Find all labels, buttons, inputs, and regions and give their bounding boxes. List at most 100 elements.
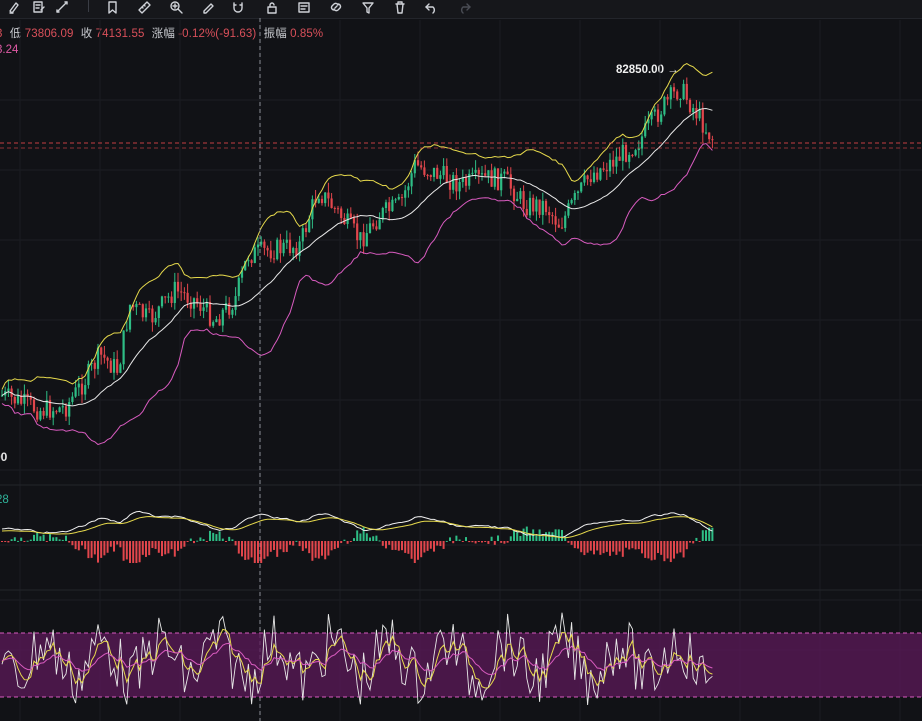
macd-histogram-bar <box>404 541 407 553</box>
macd-histogram-bar <box>557 529 560 541</box>
macd-histogram-bar <box>61 539 64 541</box>
macd-histogram-bar <box>605 541 608 552</box>
candle-body <box>388 202 391 212</box>
candle-body <box>436 167 439 179</box>
candle-body <box>71 396 74 403</box>
candle-body <box>544 200 548 213</box>
macd-histogram-bar <box>55 537 58 541</box>
candle-body <box>660 114 663 122</box>
macd-histogram-bar <box>340 541 343 544</box>
macd-histogram-bar <box>436 541 439 546</box>
candle-body <box>212 322 215 326</box>
candle-body <box>0 395 4 397</box>
candle-body <box>608 159 612 172</box>
candle-body <box>704 132 708 134</box>
macd-histogram-bar <box>183 541 186 547</box>
macd-histogram-bar <box>442 541 445 549</box>
macd-histogram-bar <box>4 541 7 542</box>
candle-body <box>84 385 87 395</box>
macd-histogram-bar <box>701 530 704 541</box>
macd-histogram-bar <box>205 541 208 542</box>
macd-histogram-bar <box>615 541 618 555</box>
macd-histogram-bar <box>305 541 307 549</box>
candle-body <box>13 396 16 404</box>
macd-histogram-bar <box>263 541 266 559</box>
candle-body <box>68 402 71 417</box>
candle-body <box>519 191 522 199</box>
candle-body <box>320 198 324 204</box>
candle-body <box>7 388 10 392</box>
candle-body <box>375 226 378 230</box>
candle-body <box>580 182 583 192</box>
macd-histogram-bar <box>417 541 419 560</box>
macd-histogram-bar <box>164 541 167 555</box>
macd-histogram-bar <box>173 541 176 557</box>
macd-histogram-bar <box>29 539 32 541</box>
macd-histogram-bar <box>586 541 589 553</box>
macd-histogram-bar <box>244 541 247 560</box>
macd-histogram-bar <box>170 541 173 550</box>
macd-histogram-bar <box>541 536 544 541</box>
macd-histogram-bar <box>337 541 339 548</box>
macd-histogram-bar <box>458 539 461 541</box>
candle-body <box>359 232 362 241</box>
macd-histogram-bar <box>452 541 455 544</box>
macd-histogram-bar <box>1 541 3 542</box>
macd-histogram-bar <box>685 541 688 550</box>
candle-body <box>599 168 602 180</box>
macd-histogram-bar <box>266 541 269 557</box>
macd-histogram-bar <box>141 541 144 555</box>
candle-body <box>368 223 372 234</box>
candle-body <box>109 360 112 373</box>
macd-histogram-bar <box>106 541 109 553</box>
candle-body <box>592 172 596 183</box>
macd-histogram-bar <box>161 541 163 557</box>
candle-body <box>410 173 413 187</box>
candle-body <box>573 193 576 201</box>
macd-histogram-bar <box>7 541 10 543</box>
macd-histogram-bar <box>692 541 695 544</box>
macd-histogram-bar <box>618 541 621 552</box>
candle-body <box>93 362 96 369</box>
macd-histogram-bar <box>500 541 503 543</box>
macd-histogram-bar <box>10 539 13 541</box>
candle-body <box>480 173 484 175</box>
candle-body <box>157 306 160 319</box>
candle-body <box>423 167 426 175</box>
candle-body <box>362 232 365 247</box>
macd-histogram-bar <box>676 541 679 554</box>
macd-histogram-bar <box>186 541 189 542</box>
macd-histogram-bar <box>490 536 493 541</box>
macd-histogram-bar <box>477 541 480 542</box>
macd-histogram-bar <box>17 540 19 542</box>
macd-histogram-bar <box>221 538 224 541</box>
macd-histogram-bar <box>199 537 202 541</box>
macd-histogram-bar <box>145 541 147 557</box>
macd-histogram-bar <box>535 535 538 541</box>
candle-body <box>468 173 471 186</box>
candle-body <box>695 108 698 119</box>
macd-histogram-bar <box>295 540 298 542</box>
macd-histogram-bar <box>333 541 336 550</box>
macd-histogram-bar <box>381 541 384 546</box>
macd-histogram-bar <box>596 541 599 551</box>
candle-body <box>346 213 349 225</box>
candle-body <box>679 98 682 100</box>
candlestick-chart[interactable] <box>0 0 922 721</box>
candle-body <box>304 228 308 233</box>
macd-histogram-bar <box>561 530 563 541</box>
macd-histogram-bar <box>493 541 496 545</box>
candle-body <box>474 169 477 173</box>
macd-histogram-bar <box>13 537 16 541</box>
macd-histogram-bar <box>362 527 365 541</box>
macd-histogram-bar <box>397 541 400 551</box>
candle-body <box>589 179 592 183</box>
candle-body <box>141 304 144 318</box>
macd-histogram-bar <box>429 541 432 549</box>
candle-body <box>596 172 599 180</box>
macd-histogram-bar <box>122 541 125 561</box>
macd-histogram-bar <box>689 541 691 543</box>
macd-histogram-bar <box>423 541 426 553</box>
candle-body <box>458 182 461 192</box>
macd-histogram-bar <box>589 541 592 551</box>
